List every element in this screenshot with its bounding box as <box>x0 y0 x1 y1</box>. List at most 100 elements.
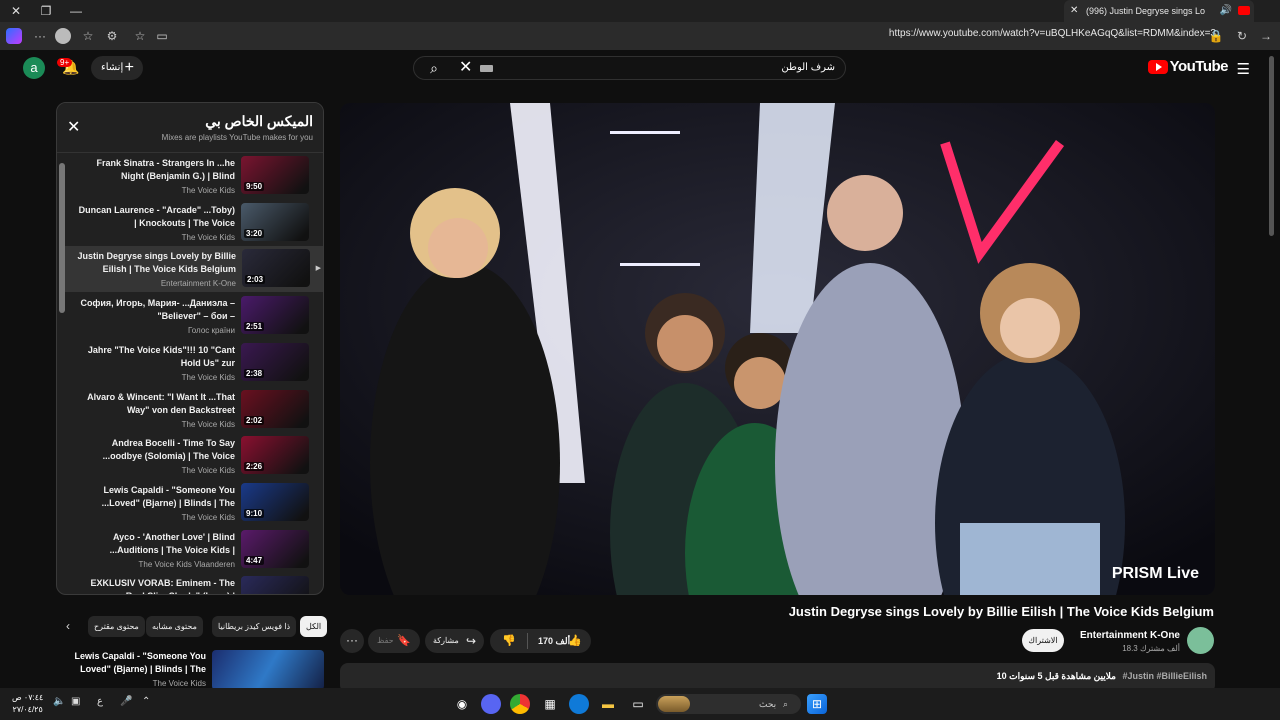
subscribe-button[interactable]: الاشتراك <box>1022 629 1064 652</box>
playlist-item[interactable]: EXKLUSIV VORAB: Eminem - The Real Slim S… <box>67 573 323 594</box>
share-button[interactable]: مشاركة ↪ <box>425 629 484 653</box>
split-screen-icon[interactable]: ▭ <box>154 28 170 44</box>
prism-live-watermark: PRISM Live <box>1111 565 1199 582</box>
playlist-item-title: Alvaro & Wincent: "I Want It ...That Way… <box>87 391 235 415</box>
hashtags[interactable]: #Justin #BillieEilish <box>1122 671 1207 681</box>
task-view-icon[interactable]: ▭ <box>628 694 648 714</box>
share-icon: ↪ <box>465 634 476 648</box>
create-label: إنشاء <box>101 62 124 73</box>
discord-icon[interactable] <box>481 694 501 714</box>
plus-icon: + <box>124 59 134 76</box>
dislike-icon[interactable]: 👎 <box>502 629 516 653</box>
clock-time: ٠٧:٤٤ ص <box>12 693 44 702</box>
playlist-item[interactable]: Andrea Bocelli - Time To Say ...oodbye (… <box>67 433 323 479</box>
chips-prev-icon[interactable]: ‹ <box>66 619 70 633</box>
filter-chip[interactable]: الكل <box>300 616 328 637</box>
playlist-item[interactable]: Alvaro & Wincent: "I Want It ...That Way… <box>67 387 323 433</box>
chrome-icon[interactable] <box>510 694 530 714</box>
taskbar-search[interactable]: بحث ⌕ <box>656 694 801 714</box>
browser-tab[interactable]: ✕ (996) Justin Degryse sings Lo 🔊 <box>1064 0 1254 22</box>
playlist-item[interactable]: Duncan Laurence - "Arcade" ...Toby) | Kn… <box>67 200 323 246</box>
playlist-item-thumbnail[interactable]: 2:03 <box>242 249 310 288</box>
search-highlight-icon <box>658 696 690 712</box>
filter-chip[interactable]: محتوى مشابه <box>146 616 203 637</box>
video-player[interactable]: PRISM Live <box>340 103 1215 595</box>
playlist-item-channel: Entertainment K-One <box>160 279 236 289</box>
search-icon[interactable]: ⌕ <box>414 57 454 79</box>
search-box[interactable]: ⌕ ✕ شرف الوطن <box>413 56 846 80</box>
playlist-item[interactable]: Ayco - 'Another Love' | Blind ...Auditio… <box>67 527 323 573</box>
playlist-item[interactable]: Frank Sinatra - Strangers In ...he Night… <box>67 153 323 199</box>
channel-name[interactable]: Entertainment K-One <box>1080 630 1180 641</box>
minimize-window-icon[interactable]: — <box>68 3 84 19</box>
playlist-item-thumbnail[interactable]: 2:51 <box>241 296 309 335</box>
close-window-icon[interactable]: ✕ <box>8 3 24 19</box>
url-field[interactable]: https://www.youtube.com/watch?v=uBQLHKeA… <box>889 28 1216 39</box>
more-actions-icon[interactable]: ··· <box>340 629 364 653</box>
keyboard-icon[interactable] <box>480 65 493 72</box>
playlist-item-thumbnail[interactable]: 4:47 <box>241 529 309 568</box>
playlist-item[interactable]: Lewis Capaldi - "Someone You ...Loved" (… <box>67 480 323 526</box>
page-scrollbar[interactable] <box>1269 56 1274 236</box>
volume-icon[interactable]: 🔈 <box>53 696 65 707</box>
like-count[interactable]: 170 ألف <box>538 629 570 653</box>
app-icon[interactable]: ◉ <box>452 694 472 714</box>
playlist-item-thumbnail[interactable]: 3:20 <box>241 202 309 241</box>
playlist-item-duration: 2:38 <box>244 368 265 378</box>
playlist-item-thumbnail[interactable]: 9:10 <box>241 482 309 521</box>
restore-window-icon[interactable]: ❐ <box>38 3 54 19</box>
account-avatar[interactable]: a <box>23 57 45 79</box>
clear-search-icon[interactable]: ✕ <box>459 57 472 79</box>
microphone-icon[interactable]: 🎤 <box>120 696 132 707</box>
channel-avatar[interactable] <box>1187 627 1214 654</box>
windows-start-icon[interactable]: ⊞ <box>807 694 827 714</box>
bookmark-icon: 🔖 <box>397 635 411 647</box>
edge-icon[interactable] <box>569 694 589 714</box>
playlist-item-thumbnail[interactable]: 2:38 <box>241 342 309 381</box>
youtube-play-icon <box>1147 60 1168 75</box>
file-explorer-icon[interactable]: ▬ <box>598 694 618 714</box>
store-icon[interactable]: ▦ <box>540 694 560 714</box>
search-input[interactable]: شرف الوطن <box>781 57 835 79</box>
taskbar-clock[interactable]: ٠٧:٤٤ ص ٢٧/٠٤/٢٥ <box>12 692 43 716</box>
favorites-icon[interactable]: ☆ <box>80 28 96 44</box>
playlist-item-thumbnail[interactable]: 9:50 <box>241 156 309 194</box>
tray-overflow-icon[interactable]: ⌃ <box>142 696 150 707</box>
profile-icon[interactable] <box>55 28 71 44</box>
playlist-item-thumbnail[interactable]: 2:26 <box>241 436 309 475</box>
playlist-item[interactable]: Jahre "The Voice Kids"!!! 10 "Cant Hold … <box>67 340 323 386</box>
share-label: مشاركة <box>433 636 459 645</box>
close-icon[interactable]: ✕ <box>67 117 80 137</box>
playlist-item[interactable]: София, Игорь, Мария- ...Даниэла – "Belie… <box>67 293 323 339</box>
recommended-thumbnail[interactable] <box>212 650 324 690</box>
filter-chip[interactable]: محتوى مقترح <box>88 616 145 637</box>
extensions-icon[interactable]: ⚙ <box>104 28 120 44</box>
input-language[interactable]: ع <box>97 696 103 707</box>
save-button[interactable]: حفظ 🔖 <box>368 629 420 653</box>
playlist-item[interactable]: Justin Degryse sings Lovely by Billie Ei… <box>65 246 323 293</box>
like-icon[interactable]: 👍 <box>568 629 582 653</box>
guide-menu-icon[interactable]: ☰ <box>1237 60 1250 78</box>
add-favorite-icon[interactable]: ☆ <box>132 28 148 44</box>
lock-icon[interactable]: 🔒 <box>1208 28 1224 44</box>
network-icon[interactable]: ▣ <box>71 696 80 707</box>
youtube-logo[interactable]: YouTube <box>1147 58 1229 78</box>
reload-icon[interactable]: ↻ <box>1234 28 1250 44</box>
create-button[interactable]: إنشاء + <box>91 56 143 80</box>
more-options-icon[interactable]: ··· <box>32 28 48 44</box>
description-meta: 10 ملايين مشاهدة قبل 5 سنوات #Justin #Bi… <box>997 671 1207 682</box>
playlist-item-channel: The Voice Kids <box>181 372 235 382</box>
back-icon[interactable]: → <box>1258 28 1274 44</box>
upload-age: قبل 5 سنوات <box>1009 671 1059 681</box>
recommended-video[interactable]: Lewis Capaldi - "Someone You Loved" (Bja… <box>56 648 324 690</box>
close-tab-icon[interactable]: ✕ <box>1070 0 1078 22</box>
playlist-item-channel: Голос країни <box>187 326 235 336</box>
logo-text: YouTube <box>1169 58 1229 75</box>
divider <box>527 633 528 649</box>
playlist-item-thumbnail[interactable] <box>241 576 309 594</box>
playlist-item-thumbnail[interactable]: 2:02 <box>241 389 309 428</box>
speaker-icon[interactable]: 🔊 <box>1220 0 1232 22</box>
copilot-icon[interactable] <box>6 28 22 44</box>
filter-chip[interactable]: ذا فويس كيدز بريطانيا <box>212 616 297 637</box>
playlist-item-text: Ayco - 'Another Love' | Blind ...Auditio… <box>75 531 235 569</box>
